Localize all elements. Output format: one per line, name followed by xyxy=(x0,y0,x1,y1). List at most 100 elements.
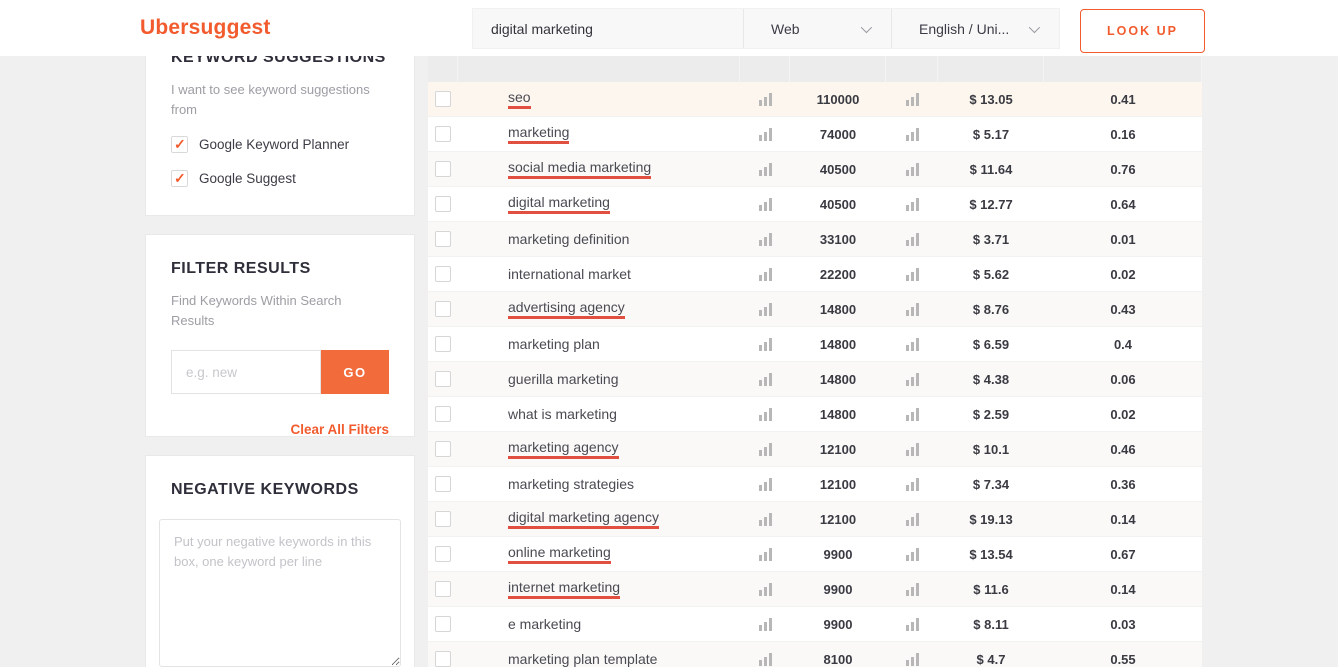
chevron-down-icon xyxy=(861,21,872,32)
row-keyword-cell: marketing definition xyxy=(458,222,740,256)
checkbox-google-suggest[interactable]: Google Suggest xyxy=(171,170,389,187)
keyword-link[interactable]: online marketing xyxy=(508,544,611,564)
competition-value: 0.43 xyxy=(1044,292,1202,326)
cpc-chart-icon[interactable] xyxy=(906,197,919,211)
search-type-dropdown[interactable]: Web xyxy=(743,9,891,48)
row-checkbox[interactable] xyxy=(435,441,451,457)
volume-chart-icon[interactable] xyxy=(759,652,772,666)
row-keyword-cell: internet marketing xyxy=(458,572,740,606)
row-checkbox[interactable] xyxy=(435,511,451,527)
keyword-link[interactable]: seo xyxy=(508,89,531,109)
volume-chart-icon[interactable] xyxy=(759,512,772,526)
keyword-link[interactable]: marketing xyxy=(508,124,569,144)
volume-chart-icon[interactable] xyxy=(759,372,772,386)
row-checkbox[interactable] xyxy=(435,581,451,597)
row-checkbox-cell xyxy=(428,537,458,571)
volume-chart-icon[interactable] xyxy=(759,162,772,176)
cpc-chart-icon[interactable] xyxy=(906,267,919,281)
look-up-button[interactable]: LOOK UP xyxy=(1080,9,1205,53)
row-checkbox[interactable] xyxy=(435,161,451,177)
row-checkbox[interactable] xyxy=(435,651,451,667)
keyword-link[interactable]: marketing plan xyxy=(508,336,600,352)
volume-chart-icon[interactable] xyxy=(759,302,772,316)
keyword-link[interactable]: advertising agency xyxy=(508,299,625,319)
checkbox-icon[interactable] xyxy=(171,170,188,187)
keyword-link[interactable]: digital marketing xyxy=(508,194,610,214)
volume-chart-icon[interactable] xyxy=(759,477,772,491)
row-checkbox-cell xyxy=(428,362,458,396)
cpc-chart-icon[interactable] xyxy=(906,302,919,316)
cpc-chart-icon[interactable] xyxy=(906,162,919,176)
row-checkbox[interactable] xyxy=(435,91,451,107)
cpc-chart-icon[interactable] xyxy=(906,442,919,456)
volume-chart-icon[interactable] xyxy=(759,337,772,351)
keyword-link[interactable]: social media marketing xyxy=(508,159,651,179)
keyword-link[interactable]: marketing strategies xyxy=(508,476,634,492)
table-row: e marketing 9900 $ 8.11 0.03 xyxy=(428,607,1202,642)
row-checkbox[interactable] xyxy=(435,371,451,387)
keyword-link[interactable]: guerilla marketing xyxy=(508,371,619,387)
row-checkbox[interactable] xyxy=(435,266,451,282)
cpc-chart-icon[interactable] xyxy=(906,127,919,141)
row-checkbox[interactable] xyxy=(435,196,451,212)
language-dropdown[interactable]: English / Uni... xyxy=(891,9,1059,48)
filter-results-card: FILTER RESULTS Find Keywords Within Sear… xyxy=(145,234,415,437)
row-checkbox[interactable] xyxy=(435,406,451,422)
cpc-chart-icon[interactable] xyxy=(906,652,919,666)
clear-all-filters-link[interactable]: Clear All Filters xyxy=(171,422,389,437)
search-volume-value: 40500 xyxy=(790,152,886,186)
cpc-chart-icon[interactable] xyxy=(906,547,919,561)
keyword-link[interactable]: marketing agency xyxy=(508,439,619,459)
competition-value: 0.02 xyxy=(1044,397,1202,431)
cpc-chart-icon[interactable] xyxy=(906,232,919,246)
cpc-chart-icon[interactable] xyxy=(906,477,919,491)
volume-chart-icon[interactable] xyxy=(759,267,772,281)
keyword-link[interactable]: marketing definition xyxy=(508,231,629,247)
row-cpc-icon-cell xyxy=(886,82,938,116)
keyword-link[interactable]: e marketing xyxy=(508,616,581,632)
row-checkbox[interactable] xyxy=(435,546,451,562)
row-checkbox[interactable] xyxy=(435,301,451,317)
ubersuggest-logo[interactable]: Ubersuggest xyxy=(140,0,271,56)
keyword-link[interactable]: marketing plan template xyxy=(508,651,657,667)
row-checkbox[interactable] xyxy=(435,231,451,247)
row-checkbox[interactable] xyxy=(435,476,451,492)
volume-chart-icon[interactable] xyxy=(759,442,772,456)
search-volume-value: 14800 xyxy=(790,327,886,361)
keyword-link[interactable]: international market xyxy=(508,266,631,282)
keyword-link[interactable]: internet marketing xyxy=(508,579,620,599)
checkbox-icon[interactable] xyxy=(171,136,188,153)
cpc-chart-icon[interactable] xyxy=(906,92,919,106)
volume-chart-icon[interactable] xyxy=(759,407,772,421)
table-row: advertising agency 14800 $ 8.76 0.43 xyxy=(428,292,1202,327)
volume-chart-icon[interactable] xyxy=(759,92,772,106)
volume-chart-icon[interactable] xyxy=(759,197,772,211)
cpc-chart-icon[interactable] xyxy=(906,512,919,526)
row-cpc-icon-cell xyxy=(886,572,938,606)
row-checkbox[interactable] xyxy=(435,616,451,632)
volume-chart-icon[interactable] xyxy=(759,232,772,246)
filter-go-button[interactable]: GO xyxy=(321,350,389,394)
row-checkbox[interactable] xyxy=(435,126,451,142)
cpc-chart-icon[interactable] xyxy=(906,372,919,386)
volume-chart-icon[interactable] xyxy=(759,617,772,631)
checkbox-google-keyword-planner[interactable]: Google Keyword Planner xyxy=(171,136,389,153)
volume-chart-icon[interactable] xyxy=(759,127,772,141)
negative-keywords-textarea[interactable] xyxy=(159,519,401,667)
table-row: marketing definition 33100 $ 3.71 0.01 xyxy=(428,222,1202,257)
volume-chart-icon[interactable] xyxy=(759,547,772,561)
table-row: marketing agency 12100 $ 10.1 0.46 xyxy=(428,432,1202,467)
filter-keyword-input[interactable] xyxy=(171,350,321,394)
row-cpc-icon-cell xyxy=(886,432,938,466)
keyword-link[interactable]: what is marketing xyxy=(508,406,617,422)
row-checkbox[interactable] xyxy=(435,336,451,352)
keyword-search-input[interactable] xyxy=(473,9,743,48)
volume-chart-icon[interactable] xyxy=(759,582,772,596)
cpc-chart-icon[interactable] xyxy=(906,617,919,631)
row-volume-icon-cell xyxy=(740,152,790,186)
cpc-chart-icon[interactable] xyxy=(906,582,919,596)
cpc-chart-icon[interactable] xyxy=(906,407,919,421)
row-volume-icon-cell xyxy=(740,327,790,361)
cpc-chart-icon[interactable] xyxy=(906,337,919,351)
keyword-link[interactable]: digital marketing agency xyxy=(508,509,659,529)
